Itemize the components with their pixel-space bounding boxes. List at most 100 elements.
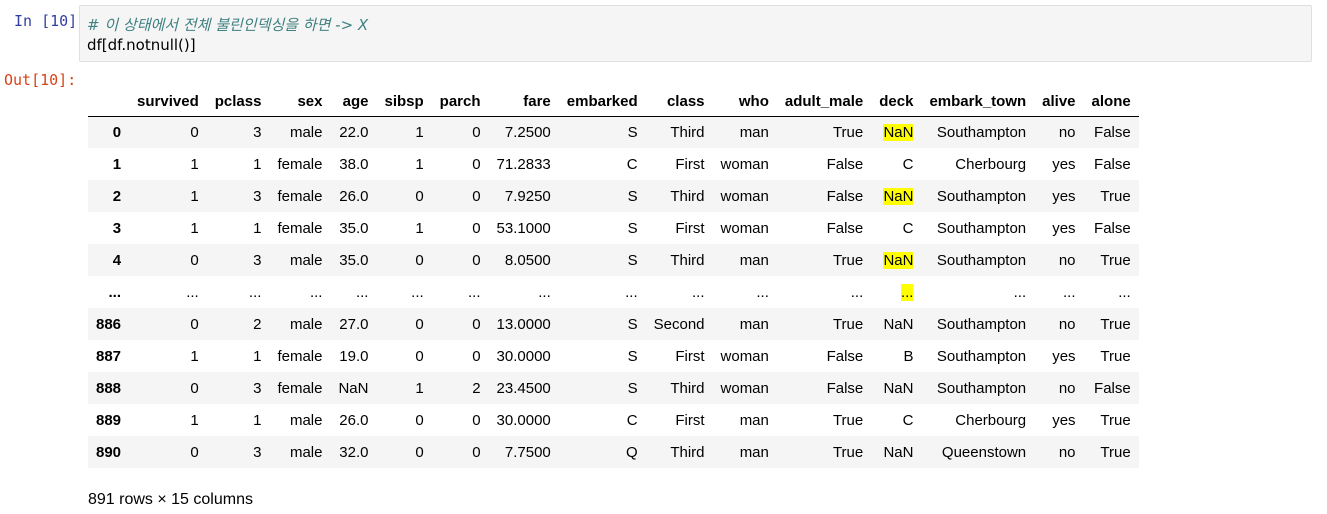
column-header: embark_town	[921, 88, 1035, 117]
table-row: 4 0 3 male 35.0 0 0 8.0500 S Third man True NaN South…	[88, 244, 1139, 276]
table-cell: 30.0000	[496, 411, 551, 429]
table-cell: 0	[472, 187, 481, 205]
code-statement: df[df.notnull()]	[87, 36, 196, 54]
table-cell: 0	[190, 379, 199, 397]
table-row: 1 1 1 female 38.0 1 0 71.2833 C First woman False C C…	[88, 148, 1139, 180]
table-cell: woman	[720, 379, 769, 397]
table-cell: C	[626, 411, 638, 429]
table-cell: female	[277, 219, 323, 237]
table-cell: NaN	[871, 116, 921, 148]
table-cell: 35.0	[339, 219, 369, 237]
table-cell: woman	[720, 187, 769, 205]
table-cell: no	[1058, 123, 1076, 141]
table-cell: 1	[253, 219, 262, 237]
table-cell: 35.0	[339, 251, 369, 269]
table-cell: True	[1100, 187, 1131, 205]
table-cell: Cherbourg	[955, 155, 1027, 173]
table-row: 888 0 3 female NaN 1 2 23.4500 S Third woman False N…	[88, 372, 1139, 404]
table-cell: Southampton	[936, 187, 1027, 205]
table-cell: Third	[670, 251, 705, 269]
table-cell: 7.9250	[504, 187, 551, 205]
table-cell: ...	[355, 283, 369, 301]
table-cell: 1	[190, 219, 199, 237]
table-row: ........................................…	[88, 276, 1139, 308]
highlighted-value: NaN	[883, 251, 914, 269]
table-cell: 0	[472, 443, 481, 461]
table-cell: S	[627, 347, 638, 365]
table-cell: ...	[248, 283, 262, 301]
table-cell: True	[832, 315, 864, 333]
table-cell: no	[1058, 379, 1076, 397]
table-cell: False	[1094, 379, 1131, 397]
table-cell: 0	[472, 155, 481, 173]
table-cell: 3	[253, 123, 262, 141]
table-cell: 30.0000	[496, 347, 551, 365]
table-cell: S	[627, 251, 638, 269]
table-cell: ...	[692, 283, 705, 301]
table-cell: ...	[756, 283, 769, 301]
table-cell: man	[739, 411, 769, 429]
row-index: 887	[96, 347, 122, 365]
table-row: 887 1 1 female 19.0 0 0 30.0000 S First woman False…	[88, 340, 1139, 372]
table-cell: 32.0	[339, 443, 369, 461]
table-cell: male	[289, 251, 323, 269]
table-cell: B	[903, 347, 914, 365]
table-cell: True	[832, 411, 864, 429]
table-cell: ...	[411, 283, 424, 301]
table-cell: 0	[472, 219, 481, 237]
column-header: deck	[871, 88, 922, 117]
table-cell: 0	[472, 315, 481, 333]
table-cell: C	[902, 155, 914, 173]
table-cell: 1	[253, 155, 262, 173]
table-cell: Third	[670, 443, 705, 461]
table-cell: female	[277, 155, 323, 173]
table-cell: ...	[468, 283, 481, 301]
row-index: ...	[108, 283, 122, 301]
highlighted-value: NaN	[883, 187, 914, 205]
table-cell: no	[1058, 315, 1076, 333]
row-index: 890	[96, 443, 122, 461]
table-cell: S	[627, 379, 638, 397]
table-cell: Third	[670, 123, 705, 141]
column-header: class	[645, 88, 713, 117]
row-index: 888	[96, 379, 122, 397]
table-cell: 1	[190, 155, 199, 173]
table-cell: ...	[1013, 283, 1027, 301]
table-cell: S	[627, 315, 638, 333]
table-cell: 0	[415, 315, 424, 333]
table-cell: False	[826, 379, 864, 397]
table-cell: Third	[670, 379, 705, 397]
highlighted-value: ...	[900, 283, 914, 301]
table-cell: 0	[190, 123, 199, 141]
table-cell: 1	[190, 347, 199, 365]
table-cell: Cherbourg	[955, 411, 1027, 429]
table-cell: 0	[472, 251, 481, 269]
column-header: age	[330, 88, 377, 117]
table-cell: 0	[415, 347, 424, 365]
column-header: sibsp	[376, 88, 432, 117]
table-cell: First	[675, 411, 705, 429]
table-cell: S	[627, 123, 638, 141]
table-cell: ...	[625, 283, 638, 301]
table-cell: woman	[720, 219, 769, 237]
table-cell: True	[1100, 411, 1131, 429]
table-cell: 53.1000	[496, 219, 551, 237]
table-cell: S	[627, 219, 638, 237]
code-cell-input[interactable]: # 이 상태에서 전체 불린인덱싱을 하면 -> X df[df.notnull…	[79, 5, 1312, 62]
table-cell: man	[739, 315, 769, 333]
table-cell: male	[289, 123, 323, 141]
table-cell: 26.0	[339, 187, 369, 205]
column-header: adult_male	[776, 88, 872, 117]
row-index: 1	[112, 155, 122, 173]
output-prompt: Out[10]:	[4, 71, 77, 89]
table-cell: ...	[850, 283, 864, 301]
table-cell: 1	[190, 411, 199, 429]
table-cell: Southampton	[936, 315, 1027, 333]
table-cell: male	[289, 411, 323, 429]
table-cell: 0	[415, 443, 424, 461]
table-cell: 8.0500	[504, 251, 551, 269]
table-cell: 0	[415, 251, 424, 269]
table-cell: True	[1100, 251, 1131, 269]
table-cell: False	[826, 219, 864, 237]
table-cell: True	[1100, 443, 1131, 461]
